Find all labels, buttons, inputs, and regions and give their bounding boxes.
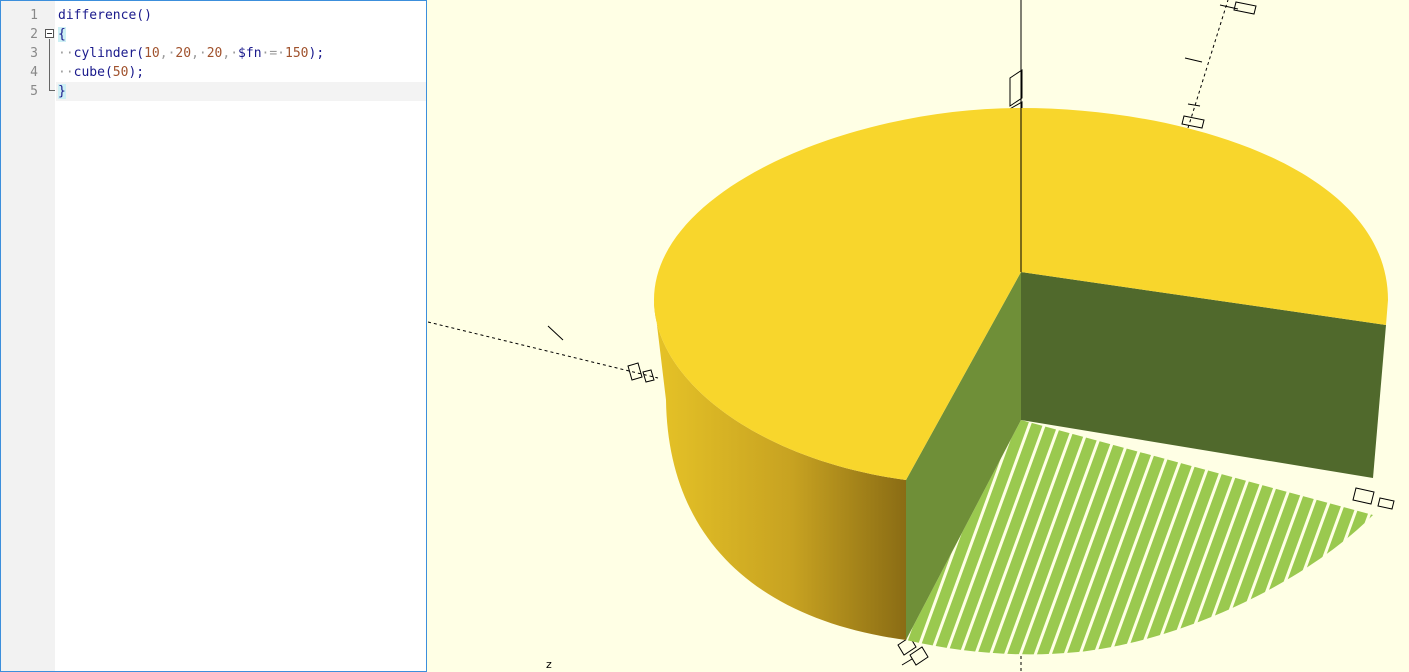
code-token: ·=· [261,46,286,61]
code-token: cube( [73,65,113,80]
code-line-1[interactable]: difference() [58,6,152,25]
number-literal: 20 [206,46,223,61]
x-axis-negative-line [428,321,659,379]
axis-tick [1184,57,1203,63]
line-number: 1 [30,8,38,23]
matching-brace-close: } [58,84,66,99]
y-axis-line [1187,0,1229,129]
code-editor[interactable]: 1 2 3 4 5 difference() { ··cylinder(10,·… [0,0,427,672]
line-number: 3 [30,46,38,61]
current-line-highlight [56,82,426,101]
code-token: ,· [191,46,207,61]
whitespace-marker: ·· [58,46,74,61]
number-literal: 10 [144,46,160,61]
line-number: 4 [30,65,38,80]
code-line-3[interactable]: ··cylinder(10,·20,·20,·$fn·=·150); [58,44,324,63]
code-line-5[interactable]: } [58,82,66,101]
whitespace-marker: ·· [58,65,74,80]
3d-viewport[interactable]: z [428,0,1409,672]
code-line-2[interactable]: { [58,25,66,44]
matching-brace-open: { [58,27,66,42]
number-literal: 50 [112,65,129,80]
line-number: 5 [30,84,38,99]
fold-guide-line [49,39,50,91]
number-literal: 150 [285,46,309,61]
code-token: ,· [222,46,239,61]
code-token: cylinder( [73,46,145,61]
fold-collapse-icon[interactable] [45,29,54,38]
viewport-canvas[interactable] [428,0,1409,672]
line-number-gutter: 1 2 3 4 5 [1,1,55,671]
fold-guide-end [49,90,55,91]
variable-token: $fn [238,46,262,61]
code-token: ); [308,46,325,61]
axis-label-z: z [546,658,552,671]
code-line-4[interactable]: ··cube(50); [58,63,144,82]
code-token: ); [128,65,145,80]
code-token: ,· [159,46,176,61]
line-number: 2 [30,27,38,42]
number-literal: 20 [175,46,192,61]
openscad-window: 1 2 3 4 5 difference() { ··cylinder(10,·… [0,0,1409,672]
code-token: difference() [58,8,152,23]
axis-tick [547,325,564,341]
